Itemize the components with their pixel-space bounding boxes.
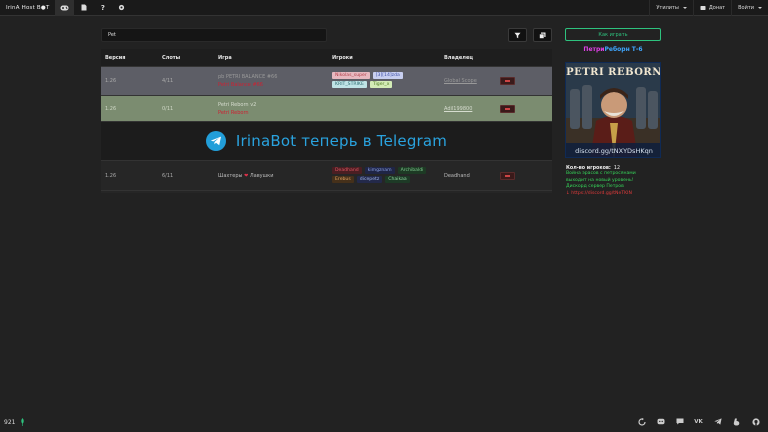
player-tag[interactable]: Deadhand (332, 166, 362, 174)
table-row[interactable]: 1.26 6/11 Шахтеры ❤ Лавушки Deadhand kimg… (101, 161, 552, 191)
header-game: Игра (218, 54, 232, 61)
row-slots: 6/11 (162, 172, 174, 179)
player-tag[interactable]: Nikolas_super (332, 72, 370, 79)
game-name: Шахтеры ❤ Лавушки (218, 173, 273, 179)
banner-text: IrinaBot теперь в Telegram (235, 132, 448, 150)
game-subtitle: Petri Balance #66 (218, 82, 263, 88)
wallet-icon (700, 5, 706, 10)
server-title-part1: Петри (583, 46, 605, 53)
game-name-tail: Лавушки (249, 172, 274, 179)
row-game: Petri Reborn v2 Petri Reborn (218, 102, 256, 116)
leaf-icon (21, 418, 25, 426)
game-subtitle: Petri Reborn (218, 109, 249, 116)
telegram-banner[interactable]: IrinaBot теперь в Telegram (101, 122, 552, 161)
header-version: Версия (105, 54, 126, 61)
server-info: Кол-во игроков: 12 Война эрасов с петрос… (566, 166, 676, 197)
header-players: Игроки (332, 54, 353, 61)
player-tag[interactable]: Tiger_x (369, 81, 393, 88)
player-tag[interactable]: KRIT_STRIKE (332, 81, 367, 88)
question-icon[interactable]: ? (93, 0, 112, 16)
player-tag[interactable]: Erebus (332, 175, 354, 183)
version-number: 921 (4, 418, 16, 426)
footer-icons: VK (627, 417, 760, 426)
copy-button[interactable] (533, 28, 552, 42)
utilities-menu[interactable]: Утилиты (649, 0, 693, 16)
row-owner[interactable]: Adil199800 (444, 106, 472, 112)
how-to-play-button[interactable]: Как играть (565, 28, 661, 41)
donate-label: Донат (708, 4, 726, 11)
heart-icon: ❤ (244, 172, 249, 179)
join-button[interactable] (500, 77, 515, 85)
search-input[interactable] (101, 28, 327, 42)
join-button[interactable] (500, 104, 515, 113)
document-icon[interactable] (74, 0, 93, 16)
copy-icon (539, 32, 546, 39)
row-slots: 4/11 (162, 78, 174, 84)
filter-icon (514, 32, 521, 38)
server-title-part2: Реборн Т-6 (604, 46, 643, 53)
row-version: 1.26 (105, 172, 117, 179)
brand-logo[interactable]: IrinA Host B●T (0, 5, 55, 11)
telegram-small-icon[interactable] (713, 417, 722, 426)
refresh-icon[interactable] (637, 417, 646, 426)
player-tag[interactable]: [3][14]zda (372, 72, 403, 79)
info-line[interactable]: ↓ https://discord.gg/tNeTKIN (566, 191, 676, 198)
row-version: 1.26 (105, 105, 117, 112)
boosty-icon[interactable] (732, 417, 741, 426)
chevron-down-icon (758, 6, 762, 9)
table-header: Версия Слоты Игра Игроки Владелец (101, 49, 552, 67)
players-list: Nikolas_super [3][14]zda KRIT_STRIKE Tiger_… (332, 72, 442, 90)
player-tag[interactable]: kimgznam (364, 166, 395, 174)
telegram-icon (205, 131, 226, 151)
table-row[interactable]: 1.26 0/11 Petri Reborn v2 Petri Reborn A… (101, 96, 552, 122)
donate-link[interactable]: Донат (692, 0, 731, 16)
games-table: Версия Слоты Игра Игроки Владелец 1.26 4… (101, 49, 552, 193)
server-title: ПетриРеборн Т-6 (565, 46, 661, 53)
table-row[interactable]: 1.26 4/11 pb PETRI BALANCE #66 Petri Bal… (101, 67, 552, 96)
gamepad-icon[interactable] (55, 0, 75, 16)
gear-icon[interactable] (112, 0, 131, 16)
version-indicator: 921 (4, 418, 25, 426)
header-slots: Слоты (162, 54, 181, 61)
top-navbar: IrinA Host B●T ? Утилиты Донат Войти (0, 0, 768, 16)
row-game: Шахтеры ❤ Лавушки (218, 173, 273, 179)
chevron-down-icon (682, 6, 687, 9)
join-button[interactable] (500, 171, 515, 180)
server-poster[interactable]: PETRI REBORN discord.gg/tNXYDsHKqn (565, 62, 661, 158)
poster-title: PETRI REBORN (566, 67, 661, 78)
github-icon[interactable] (751, 417, 760, 426)
player-tag[interactable]: Archibaldi (397, 166, 427, 174)
login-label: Войти (738, 4, 754, 11)
utilities-label: Утилиты (656, 4, 679, 11)
row-game: pb PETRI BALANCE #66 Petri Balance #66 (218, 74, 277, 88)
header-owner: Владелец (444, 54, 474, 61)
login-menu[interactable]: Войти (731, 0, 768, 16)
row-slots: 0/11 (162, 105, 174, 112)
player-tag[interactable]: Chaikaa (385, 175, 410, 183)
navbar-right: Утилиты Донат Войти (649, 0, 768, 16)
game-name: Petri Reborn v2 (218, 101, 257, 108)
game-name: pb PETRI BALANCE #66 (218, 74, 278, 80)
info-lines: Война эрасов с петросянами выходит на нов… (566, 171, 676, 197)
chat-icon[interactable] (675, 417, 684, 426)
row-owner[interactable]: Global Scope (444, 78, 477, 84)
row-version: 1.26 (105, 78, 117, 84)
players-list: Deadhand kimgznam Archibaldi Erebus dicepetz… (332, 166, 442, 185)
discord-icon[interactable] (656, 417, 665, 426)
game-name-head: Шахтеры (218, 172, 243, 179)
player-tag[interactable]: dicepetz (356, 175, 383, 183)
filter-button[interactable] (508, 28, 527, 42)
vk-icon[interactable]: VK (694, 417, 703, 426)
poster-discord-link[interactable]: discord.gg/tNXYDsHKqn (566, 147, 660, 155)
row-owner[interactable]: Deadhand (444, 173, 470, 179)
